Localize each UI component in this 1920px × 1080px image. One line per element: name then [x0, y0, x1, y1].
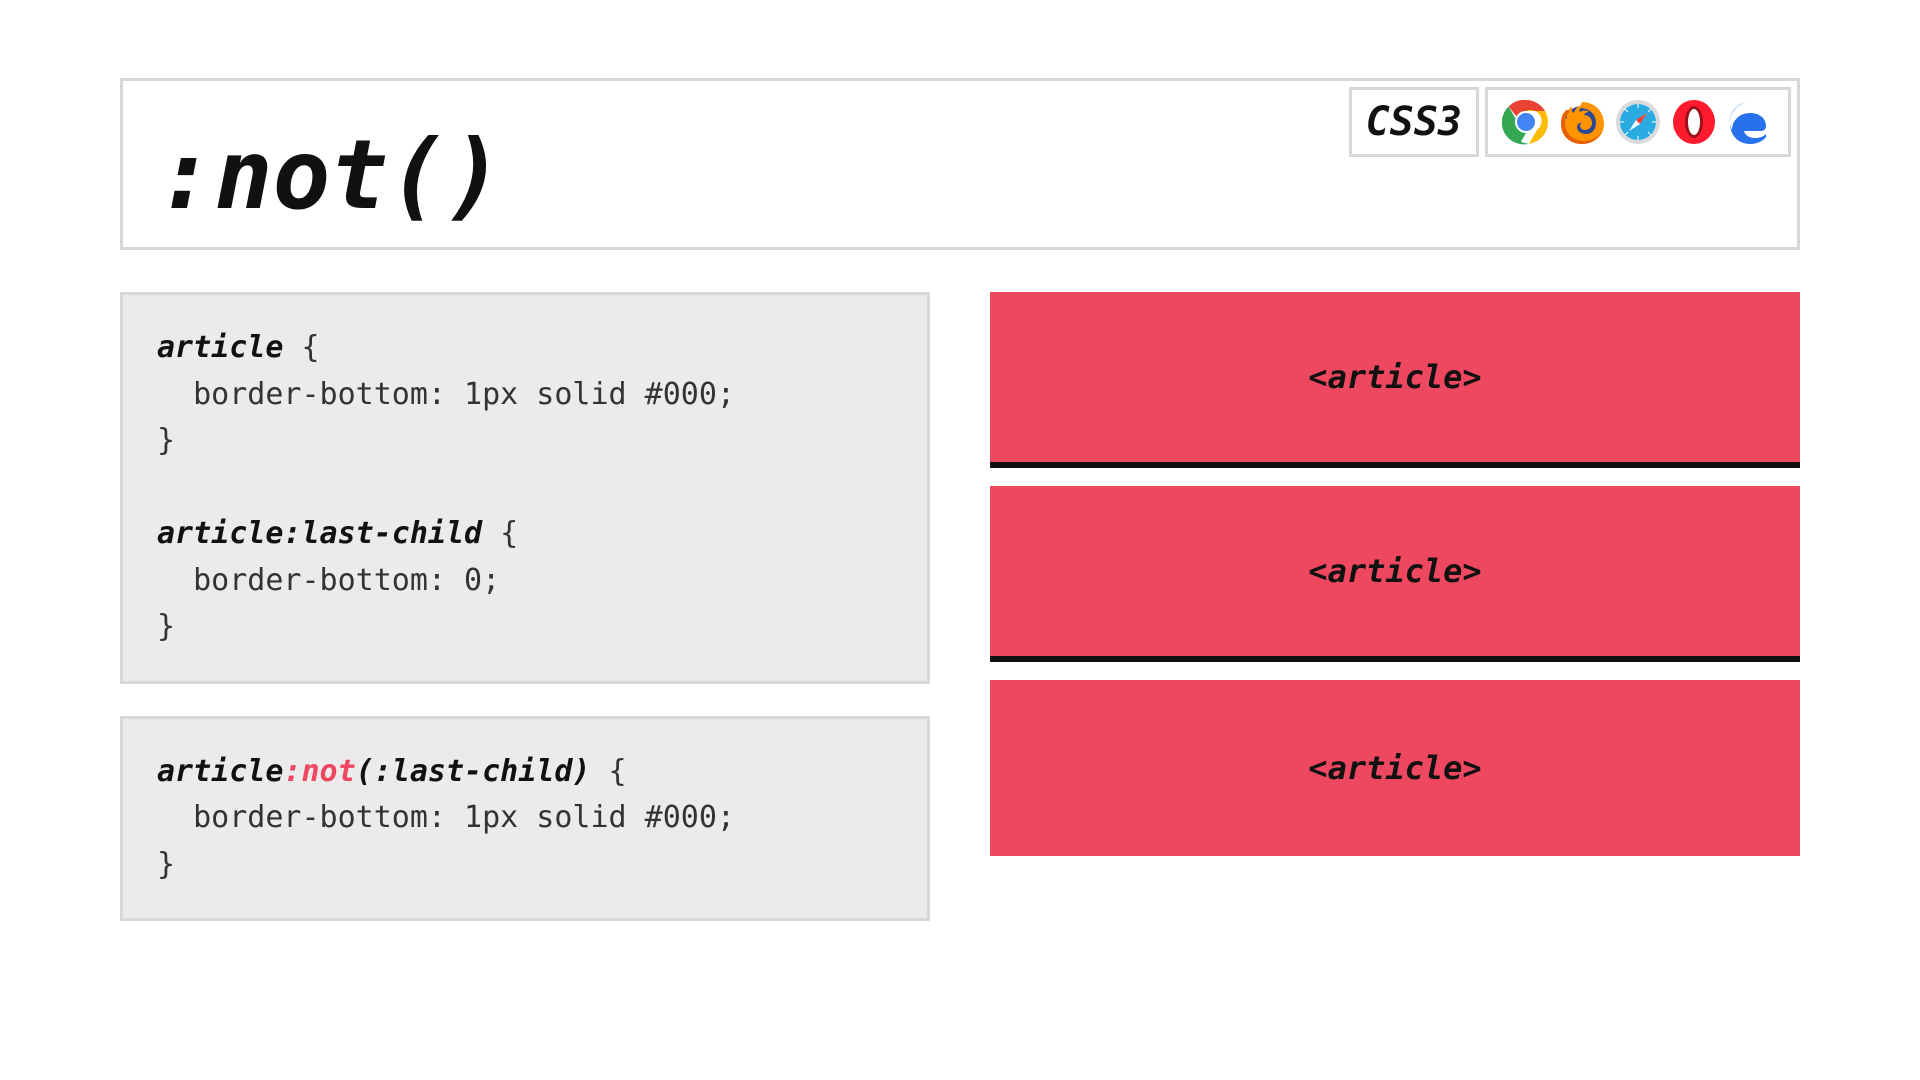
- chrome-icon: [1502, 98, 1550, 146]
- code-box-not: article:not(:last-child) { border-bottom…: [120, 716, 930, 922]
- demo-article: <article>: [990, 292, 1800, 468]
- content-row: article { border-bottom: 1px solid #000;…: [120, 292, 1800, 1020]
- header-box: CSS3: [120, 78, 1800, 250]
- demo-column: <article> <article> <article>: [990, 292, 1800, 1020]
- safari-icon: [1614, 98, 1662, 146]
- firefox-icon: [1558, 98, 1606, 146]
- code-box-traditional: article { border-bottom: 1px solid #000;…: [120, 292, 930, 684]
- css-version-badge: CSS3: [1349, 87, 1479, 157]
- demo-article: <article>: [990, 680, 1800, 856]
- demo-article: <article>: [990, 486, 1800, 662]
- slide-root: CSS3: [0, 0, 1920, 1080]
- badges-row: CSS3: [1349, 87, 1791, 157]
- css-version-label: CSS3: [1366, 99, 1462, 145]
- browser-support-badge: [1485, 87, 1791, 157]
- opera-icon: [1670, 98, 1718, 146]
- page-title: :not(): [129, 127, 532, 241]
- code-column: article { border-bottom: 1px solid #000;…: [120, 292, 930, 1020]
- edge-icon: [1726, 98, 1774, 146]
